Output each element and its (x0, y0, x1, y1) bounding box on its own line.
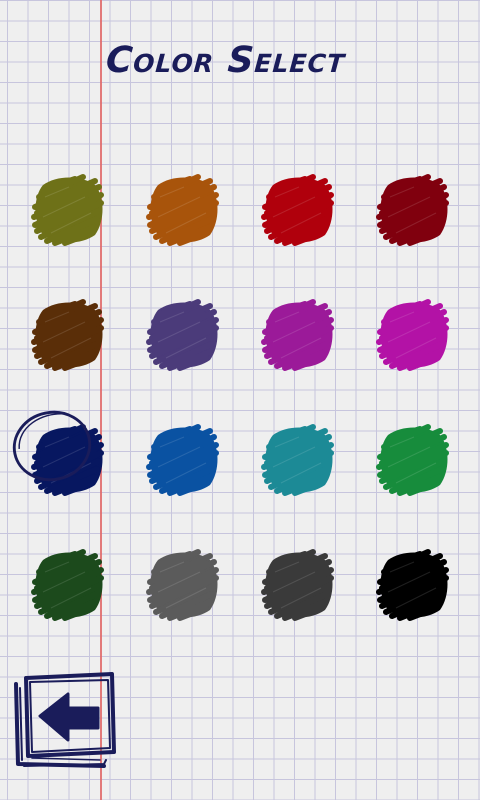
back-arrow-icon (14, 672, 116, 768)
color-swatch-navy[interactable] (12, 410, 111, 503)
color-swatch-black[interactable] (370, 542, 456, 628)
back-button[interactable] (12, 668, 120, 772)
color-swatch-teal[interactable] (255, 417, 341, 503)
color-swatch-dark-gray[interactable] (255, 542, 341, 628)
page-title: Color Select (104, 40, 347, 81)
color-swatch-magenta[interactable] (370, 292, 456, 378)
color-swatch-slate-purple[interactable] (140, 292, 226, 378)
color-swatch-olive[interactable] (25, 167, 111, 253)
color-swatch-red[interactable] (255, 167, 341, 253)
color-swatch-dark-red[interactable] (370, 167, 456, 253)
color-swatch-orange-brown[interactable] (140, 167, 226, 253)
color-swatch-purple[interactable] (255, 292, 341, 378)
color-swatch-blue[interactable] (140, 417, 226, 503)
color-swatch-gray[interactable] (140, 542, 226, 628)
color-swatch-dark-green[interactable] (25, 542, 111, 628)
color-swatch-brown[interactable] (25, 292, 111, 378)
color-swatch-green[interactable] (370, 417, 456, 503)
